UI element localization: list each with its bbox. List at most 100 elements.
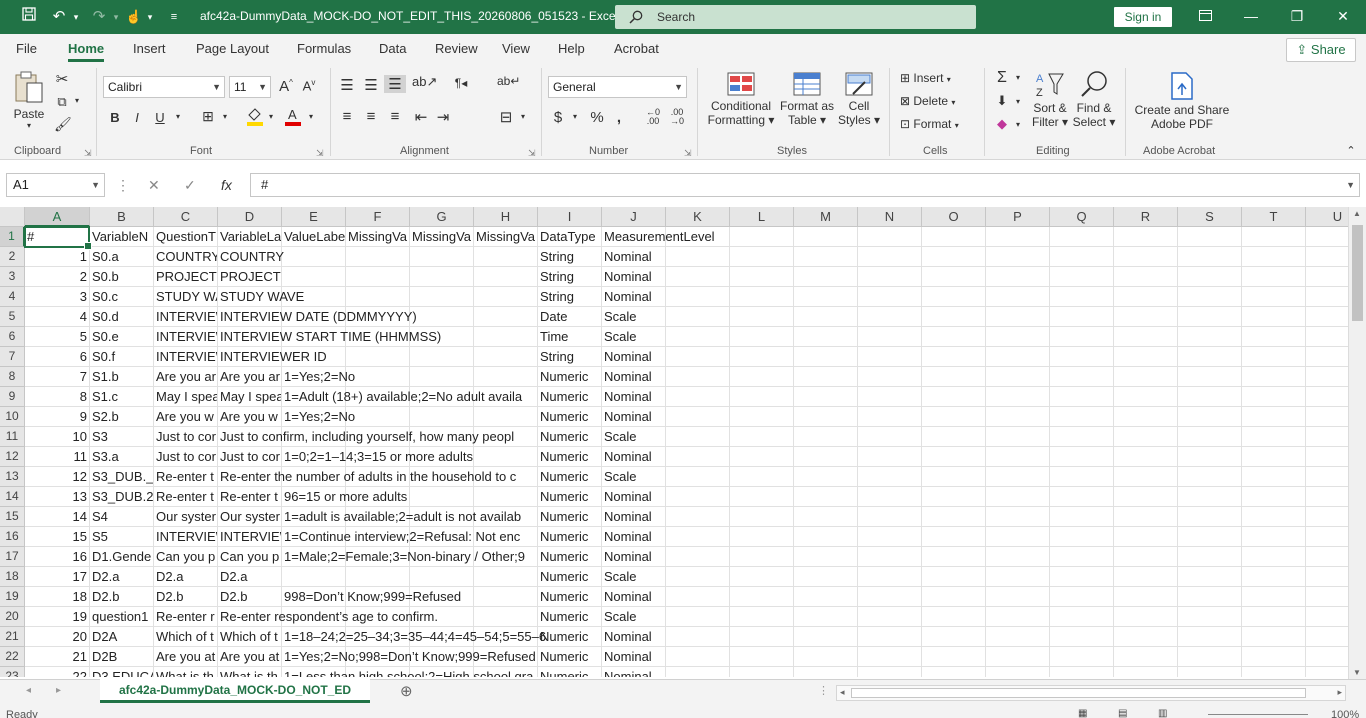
cell[interactable] — [922, 247, 986, 267]
cell[interactable]: S0.a — [90, 247, 154, 267]
cell[interactable]: QuestionT — [154, 227, 218, 247]
cell[interactable] — [1114, 607, 1178, 627]
row-header[interactable]: 18 — [0, 567, 25, 587]
cell[interactable] — [1242, 447, 1306, 467]
cell[interactable]: What is th — [218, 667, 282, 677]
cell[interactable] — [730, 327, 794, 347]
cell[interactable]: COUNTRY — [154, 247, 218, 267]
cell[interactable] — [410, 487, 474, 507]
column-header[interactable]: R — [1114, 207, 1178, 227]
column-header[interactable]: O — [922, 207, 986, 227]
cell[interactable] — [922, 627, 986, 647]
cell[interactable] — [666, 307, 730, 327]
fill-color-icon[interactable] — [246, 106, 264, 130]
tab-acrobat[interactable]: Acrobat — [614, 41, 659, 56]
autosum-dropdown-icon[interactable]: ▾ — [1013, 73, 1023, 82]
font-color-dropdown-icon[interactable]: ▾ — [306, 112, 316, 121]
cell[interactable] — [1050, 427, 1114, 447]
cell[interactable] — [1178, 387, 1242, 407]
cell[interactable] — [1242, 367, 1306, 387]
cell[interactable] — [922, 667, 986, 677]
bottom-align-icon[interactable]: ☰ — [384, 75, 406, 93]
cell[interactable] — [1178, 547, 1242, 567]
cell[interactable]: D2.a — [154, 567, 218, 587]
cell[interactable] — [1178, 407, 1242, 427]
fill-color-dropdown-icon[interactable]: ▾ — [266, 112, 276, 121]
normal-view-icon[interactable]: ▦ — [1078, 708, 1087, 718]
cell[interactable] — [730, 567, 794, 587]
cell[interactable]: Which of t — [154, 627, 218, 647]
redo-icon[interactable]: ↷ — [88, 0, 110, 34]
cell[interactable] — [1050, 487, 1114, 507]
row-header[interactable]: 12 — [0, 447, 25, 467]
comma-style-icon[interactable]: , — [612, 109, 626, 126]
cell[interactable] — [730, 447, 794, 467]
column-header[interactable]: U — [1306, 207, 1348, 227]
cell[interactable] — [666, 487, 730, 507]
cell[interactable] — [1306, 667, 1348, 677]
conditional-formatting-button[interactable]: Conditional Formatting ▾ — [704, 72, 778, 127]
cell[interactable] — [1306, 507, 1348, 527]
cell[interactable]: 9 — [25, 407, 90, 427]
cell[interactable] — [922, 367, 986, 387]
font-family-select[interactable]: Calibri ▼ — [103, 76, 225, 98]
cell[interactable]: 19 — [25, 607, 90, 627]
cell[interactable] — [922, 487, 986, 507]
cell[interactable]: INTERVIEW — [154, 527, 218, 547]
row-header[interactable]: 3 — [0, 267, 25, 287]
cell[interactable]: MissingVa — [346, 227, 410, 247]
cell[interactable] — [1114, 467, 1178, 487]
column-header[interactable]: T — [1242, 207, 1306, 227]
column-header[interactable]: A — [25, 207, 90, 227]
cell[interactable]: 1=Male;2=Female;3=Non-binary / Other;9 — [282, 547, 525, 567]
cell[interactable] — [986, 267, 1050, 287]
cell[interactable] — [1242, 667, 1306, 677]
new-sheet-icon[interactable]: ⊕ — [400, 682, 413, 700]
horizontal-scroll-thumb[interactable] — [851, 688, 1306, 698]
cell[interactable] — [858, 427, 922, 447]
cell[interactable] — [1306, 487, 1348, 507]
format-painter-icon[interactable]: 🖌 — [54, 116, 72, 133]
cell[interactable] — [666, 567, 730, 587]
row-header[interactable]: 13 — [0, 467, 25, 487]
cell[interactable] — [1306, 607, 1348, 627]
cell[interactable]: 12 — [25, 467, 90, 487]
cell[interactable] — [986, 647, 1050, 667]
cell[interactable] — [666, 587, 730, 607]
tab-data[interactable]: Data — [379, 41, 406, 56]
cell[interactable] — [1114, 627, 1178, 647]
cell[interactable] — [1178, 327, 1242, 347]
cell[interactable] — [1306, 627, 1348, 647]
cell[interactable] — [730, 307, 794, 327]
cell[interactable] — [1242, 227, 1306, 247]
tab-file[interactable]: File — [16, 41, 37, 56]
underline-icon[interactable]: U — [153, 110, 167, 125]
cell[interactable] — [1050, 267, 1114, 287]
cell[interactable] — [794, 467, 858, 487]
column-header[interactable]: G — [410, 207, 474, 227]
cell[interactable] — [986, 227, 1050, 247]
cell[interactable] — [922, 327, 986, 347]
cell[interactable] — [986, 527, 1050, 547]
column-header[interactable]: E — [282, 207, 346, 227]
cell[interactable] — [1306, 267, 1348, 287]
zoom-level[interactable]: 100% — [1331, 709, 1359, 718]
cell[interactable] — [1178, 307, 1242, 327]
column-header[interactable]: L — [730, 207, 794, 227]
cell[interactable] — [858, 507, 922, 527]
cell[interactable] — [730, 527, 794, 547]
column-header[interactable]: K — [666, 207, 730, 227]
cell[interactable]: VariableLa — [218, 227, 282, 247]
cell[interactable] — [1050, 647, 1114, 667]
cell[interactable] — [1114, 307, 1178, 327]
cell[interactable]: Numeric — [538, 567, 602, 587]
cell[interactable] — [794, 227, 858, 247]
cell[interactable] — [986, 487, 1050, 507]
cell[interactable] — [1306, 407, 1348, 427]
cell[interactable]: 18 — [25, 587, 90, 607]
cell[interactable] — [1050, 587, 1114, 607]
cell[interactable] — [730, 647, 794, 667]
cell[interactable] — [1114, 447, 1178, 467]
cell[interactable] — [858, 367, 922, 387]
column-header[interactable]: J — [602, 207, 666, 227]
